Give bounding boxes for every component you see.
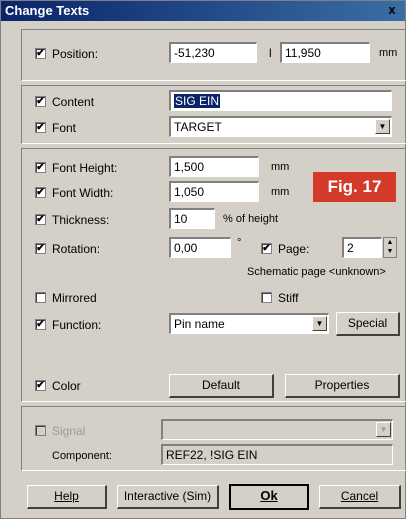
thickness-label: Thickness: — [52, 213, 110, 227]
rotation-checkbox[interactable]: ✔ — [35, 243, 46, 254]
stiff-checkbox[interactable] — [261, 292, 272, 303]
mirrored-checkbox[interactable] — [35, 292, 46, 303]
properties-button[interactable]: Properties — [285, 374, 400, 398]
default-color-button[interactable]: Default — [169, 374, 274, 398]
font-height-checkbox[interactable]: ✔ — [35, 162, 46, 173]
rotation-input[interactable]: 0,00 — [169, 237, 231, 258]
cancel-button[interactable]: Cancel — [319, 485, 401, 509]
font-height-label: Font Height: — [52, 161, 118, 175]
position-y-input[interactable]: 11,950 — [280, 42, 370, 63]
signal-checkbox[interactable] — [35, 425, 46, 436]
cancel-button-label: Cancel — [340, 489, 379, 503]
close-icon[interactable]: x — [383, 2, 401, 18]
help-button-label: Help — [54, 489, 79, 503]
content-input[interactable]: SIG EIN — [169, 90, 392, 111]
signal-label: Signal — [52, 424, 86, 438]
ok-button[interactable]: Ok — [229, 484, 309, 510]
font-label: Font — [52, 121, 77, 135]
dialog-title: Change Texts — [5, 3, 90, 18]
interactive-sim-button[interactable]: Interactive (Sim) — [117, 485, 219, 509]
page-checkbox[interactable]: ✔ — [261, 243, 272, 254]
content-label: Content — [52, 95, 95, 109]
chevron-down-icon[interactable]: ▼ — [312, 316, 327, 331]
thickness-checkbox[interactable]: ✔ — [35, 214, 46, 225]
position-unit: mm — [379, 47, 398, 59]
page-input[interactable]: 2 — [342, 237, 382, 258]
font-height-unit: mm — [271, 161, 290, 173]
function-label: Function: — [52, 318, 102, 332]
spin-up-icon[interactable]: ▲ — [384, 238, 396, 247]
chevron-down-icon[interactable]: ▼ — [376, 422, 391, 437]
signal-select[interactable]: ▼ — [161, 419, 393, 440]
font-select-value: TARGET — [174, 120, 222, 134]
position-label: Position: — [52, 47, 99, 61]
stiff-label: Stiff — [278, 291, 299, 305]
font-width-label: Font Width: — [52, 186, 114, 200]
help-button[interactable]: Help — [27, 485, 107, 509]
font-height-input[interactable]: 1,500 — [169, 156, 259, 177]
title-bar: Change Texts x — [1, 1, 405, 21]
content-selected-text: SIG EIN — [174, 94, 221, 108]
color-label: Color — [52, 379, 81, 393]
mirrored-label: Mirrored — [52, 291, 97, 305]
ok-button-label: Ok — [260, 488, 278, 503]
special-button[interactable]: Special — [336, 312, 400, 336]
color-checkbox[interactable]: ✔ — [35, 380, 46, 391]
function-select-value: Pin name — [174, 317, 225, 331]
thickness-unit: % of height — [223, 213, 279, 225]
component-field: REF22, !SIG EIN — [161, 444, 393, 465]
spin-down-icon[interactable]: ▼ — [384, 247, 396, 256]
thickness-input[interactable]: 10 — [169, 208, 215, 229]
rotation-label: Rotation: — [52, 242, 101, 256]
font-width-input[interactable]: 1,050 — [169, 181, 259, 202]
font-width-unit: mm — [271, 186, 290, 198]
page-note: Schematic page <unknown> — [247, 266, 386, 278]
font-select[interactable]: TARGET ▼ — [169, 116, 392, 137]
position-x-input[interactable]: -51,230 — [169, 42, 257, 63]
page-spinner[interactable]: ▲ ▼ — [383, 237, 397, 258]
chevron-down-icon[interactable]: ▼ — [375, 119, 390, 134]
font-width-checkbox[interactable]: ✔ — [35, 187, 46, 198]
function-select[interactable]: Pin name ▼ — [169, 313, 329, 334]
change-texts-dialog: Change Texts x ✔ Position: -51,230 l 11,… — [0, 0, 406, 519]
font-checkbox[interactable]: ✔ — [35, 122, 46, 133]
position-checkbox[interactable]: ✔ — [35, 48, 46, 59]
content-checkbox[interactable]: ✔ — [35, 96, 46, 107]
page-label: Page: — [278, 242, 310, 256]
figure-badge: Fig. 17 — [313, 172, 396, 202]
position-separator: l — [269, 46, 272, 60]
rotation-unit: ° — [237, 237, 242, 249]
function-checkbox[interactable]: ✔ — [35, 319, 46, 330]
component-label: Component: — [52, 450, 112, 462]
